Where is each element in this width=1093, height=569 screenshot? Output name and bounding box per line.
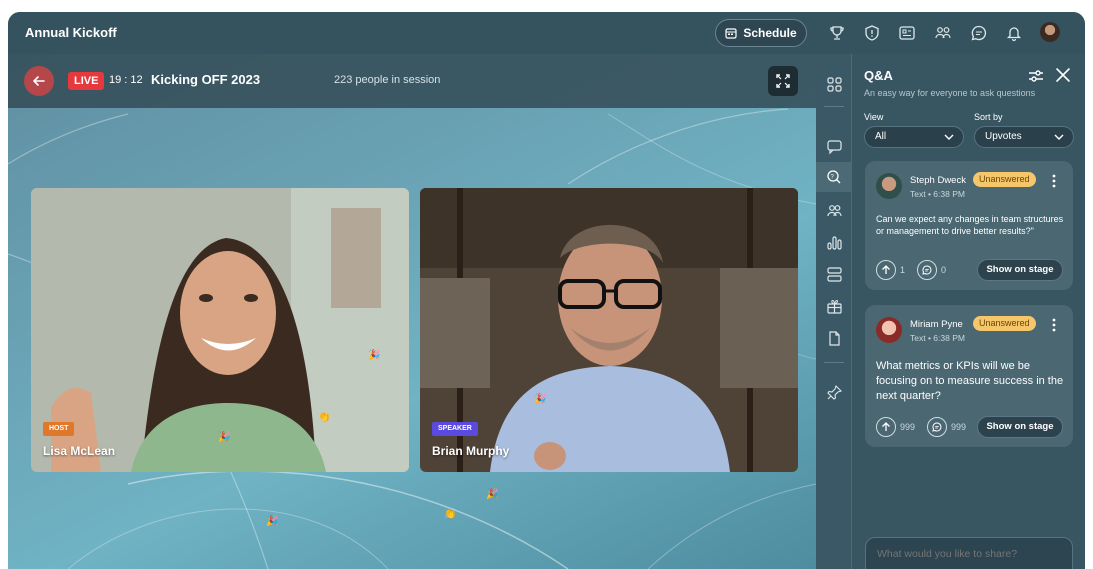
back-button[interactable]	[24, 66, 54, 96]
status-badge: Unanswered	[973, 316, 1036, 331]
video-tile-host[interactable]: HOST Lisa McLean	[31, 188, 409, 472]
layout-icon[interactable]	[824, 264, 844, 284]
panel-title: Q&A	[864, 68, 893, 83]
confetti-reaction-icon: 🎉	[218, 432, 231, 443]
reply-count: 0	[941, 265, 947, 275]
host-video-image	[31, 188, 409, 472]
host-badge: HOST	[43, 422, 75, 436]
arrow-up-icon	[876, 417, 896, 437]
view-dropdown[interactable]: All	[864, 126, 964, 148]
app-title: Annual Kickoff	[25, 25, 117, 40]
comment-icon	[917, 260, 937, 280]
author-avatar	[876, 317, 902, 343]
panel-subtitle: An easy way for everyone to ask question…	[864, 88, 1036, 98]
agenda-icon[interactable]	[896, 22, 918, 44]
fullscreen-button[interactable]	[768, 66, 798, 96]
view-value: All	[875, 131, 887, 142]
side-rail: ?	[816, 54, 852, 569]
question-card: Miriam Pyne Text • 6:38 PM Unanswered Wh…	[865, 305, 1073, 447]
question-text: Can we expect any changes in team struct…	[876, 214, 1064, 236]
arrow-up-icon	[876, 260, 896, 280]
speaker-name: Brian Murphy	[432, 444, 510, 458]
reply-button[interactable]: 0	[917, 260, 946, 280]
stage: LIVE 19 : 12 Kicking OFF 2023 223 people…	[8, 54, 816, 569]
chat-icon[interactable]	[968, 22, 990, 44]
author-name: Steph Dweck	[910, 175, 966, 186]
rail-divider	[824, 362, 844, 363]
clap-reaction-icon: 👏	[318, 412, 331, 423]
confetti-reaction-icon: 🎉	[486, 489, 499, 500]
gift-icon[interactable]	[824, 296, 844, 316]
stage-header: LIVE 19 : 12 Kicking OFF 2023 223 people…	[8, 54, 816, 108]
people-icon[interactable]	[932, 22, 954, 44]
people-icon[interactable]	[824, 200, 844, 220]
session-timer: 19 : 12	[109, 74, 143, 86]
confetti-reaction-icon: 🎉	[368, 350, 381, 361]
view-label: View	[864, 112, 884, 122]
close-icon[interactable]	[1054, 66, 1072, 84]
host-name: Lisa McLean	[43, 444, 116, 458]
people-count: 223 people in session	[334, 74, 441, 86]
author-avatar	[876, 173, 902, 199]
qna-icon[interactable]: ?	[824, 167, 844, 187]
trophy-icon[interactable]	[826, 22, 848, 44]
arrow-left-icon	[33, 76, 45, 86]
session-title: Kicking OFF 2023	[151, 72, 261, 87]
chevron-down-icon	[1054, 134, 1064, 140]
upvote-button[interactable]: 999	[876, 417, 915, 437]
show-on-stage-button[interactable]: Show on stage	[977, 416, 1063, 438]
show-on-stage-button[interactable]: Show on stage	[977, 259, 1063, 281]
files-icon[interactable]	[824, 328, 844, 348]
rail-divider	[824, 106, 844, 107]
expand-icon	[776, 74, 790, 88]
live-badge: LIVE	[68, 72, 105, 90]
settings-sliders-icon[interactable]	[1028, 68, 1044, 84]
apps-icon[interactable]	[824, 74, 844, 94]
upvote-count: 1	[900, 265, 906, 275]
reply-button[interactable]: 999	[927, 417, 966, 437]
schedule-button[interactable]: Schedule	[715, 19, 807, 47]
reply-count: 999	[951, 422, 967, 432]
user-avatar[interactable]	[1040, 22, 1060, 42]
question-card: Steph Dweck Text • 6:38 PM Unanswered Ca…	[865, 161, 1073, 290]
question-meta: Text • 6:38 PM	[910, 189, 965, 199]
top-bar: Annual Kickoff Schedule	[8, 12, 1085, 54]
chat-icon[interactable]	[824, 136, 844, 156]
confetti-reaction-icon: 🎉	[534, 394, 547, 405]
share-input[interactable]	[865, 537, 1073, 569]
schedule-label: Schedule	[743, 26, 797, 40]
video-tile-speaker[interactable]: SPEAKER Brian Murphy	[420, 188, 798, 472]
comment-icon	[927, 417, 947, 437]
status-badge: Unanswered	[973, 172, 1036, 187]
question-text: What metrics or KPIs will we be focusing…	[876, 360, 1064, 402]
sort-dropdown[interactable]: Upvotes	[974, 126, 1074, 148]
upvote-button[interactable]: 1	[876, 260, 905, 280]
qna-panel: Q&A An easy way for everyone to ask ques…	[852, 54, 1085, 569]
pin-icon[interactable]	[824, 382, 844, 402]
chevron-down-icon	[944, 134, 954, 140]
calendar-icon	[725, 28, 737, 39]
more-options-icon[interactable]	[1051, 318, 1057, 332]
confetti-reaction-icon: 🎉	[266, 516, 279, 527]
question-meta: Text • 6:38 PM	[910, 333, 965, 343]
bell-icon[interactable]	[1003, 22, 1025, 44]
sort-value: Upvotes	[985, 131, 1022, 142]
app-window: Annual Kickoff Schedule LIVE 19: 12 Kic…	[8, 12, 1085, 569]
clap-reaction-icon: 👏	[444, 509, 457, 520]
sort-label: Sort by	[974, 112, 1003, 122]
more-options-icon[interactable]	[1051, 174, 1057, 188]
author-name: Miriam Pyne	[910, 319, 963, 330]
svg-text:?: ?	[830, 174, 834, 180]
upvote-count: 999	[900, 422, 916, 432]
shield-icon[interactable]	[861, 22, 883, 44]
poll-icon[interactable]	[824, 232, 844, 252]
speaker-badge: SPEAKER	[432, 422, 478, 436]
